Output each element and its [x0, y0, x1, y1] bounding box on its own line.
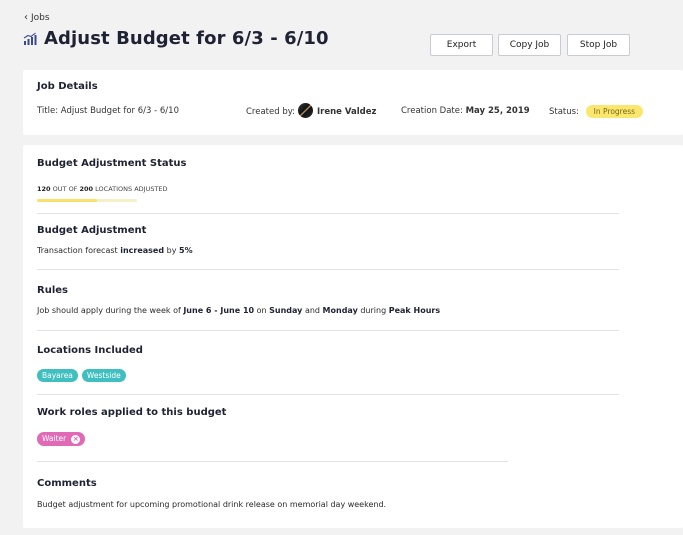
rules-intro: Job should apply during the week of — [37, 306, 181, 315]
stop-job-button[interactable]: Stop Job — [567, 34, 630, 56]
work-roles-tag-list: Waiter × — [37, 432, 89, 446]
divider — [37, 330, 619, 331]
copy-job-button[interactable]: Copy Job — [498, 34, 561, 56]
created-by-label: Created by: — [246, 107, 296, 117]
comments-text: Budget adjustment for upcoming promotion… — [37, 500, 387, 509]
total-count: 200 — [79, 185, 94, 193]
rules-hours: Peak Hours — [388, 306, 441, 315]
adjusted-suffix: LOCATIONS ADJUSTED — [95, 185, 168, 193]
job-details-heading: Job Details — [37, 81, 98, 92]
export-button[interactable]: Export — [430, 34, 493, 56]
job-title-field: Title: Adjust Budget for 6/3 - 6/10 — [37, 106, 179, 116]
job-details-card: Job Details Title: Adjust Budget for 6/3… — [23, 70, 683, 135]
adjustment-prefix: Transaction forecast — [37, 246, 118, 255]
page-title: Adjust Budget for 6/3 - 6/10 — [44, 28, 329, 49]
close-icon[interactable]: × — [71, 435, 81, 444]
divider — [37, 394, 619, 395]
chart-icon — [23, 32, 37, 45]
work-roles-heading: Work roles applied to this budget — [37, 407, 227, 418]
rules-and: and — [304, 306, 320, 315]
rules-during: during — [360, 306, 387, 315]
budget-status-heading: Budget Adjustment Status — [37, 158, 187, 169]
location-tag[interactable]: Bayarea — [37, 369, 78, 382]
rules-day-1: Sunday — [269, 306, 303, 315]
chevron-left-icon: ‹ — [24, 12, 28, 23]
adjusted-count: 120 — [37, 185, 51, 193]
comments-heading: Comments — [37, 478, 97, 489]
rules-day-2: Monday — [322, 306, 358, 315]
creation-date-field: Creation Date: May 25, 2019 — [401, 106, 530, 116]
locations-heading: Locations Included — [37, 345, 143, 356]
back-link-label: Jobs — [31, 13, 50, 23]
created-by-value: Irene Valdez — [317, 107, 377, 117]
status-label: Status: — [549, 107, 579, 117]
created-by-field: Created by: Irene Valdez — [246, 103, 377, 119]
avatar — [298, 103, 314, 118]
back-link[interactable]: ‹ Jobs — [24, 12, 50, 24]
status-field: Status: In Progress — [549, 105, 644, 118]
rules-text: Job should apply during the week of June… — [37, 306, 440, 315]
rules-on: on — [256, 306, 267, 315]
divider — [37, 269, 619, 270]
location-tag[interactable]: Westside — [81, 369, 126, 382]
adjustment-by: by — [166, 246, 177, 255]
budget-progress-bar — [37, 199, 137, 202]
rules-heading: Rules — [37, 285, 68, 296]
locations-adjusted-count: 120 OUT OF 200 LOCATIONS ADJUSTED — [37, 185, 168, 193]
status-badge: In Progress — [585, 105, 644, 118]
job-title-value: Adjust Budget for 6/3 - 6/10 — [60, 106, 179, 116]
job-details-row: Title: Adjust Budget for 6/3 - 6/10 Crea… — [37, 103, 683, 120]
job-title-label: Title: — [37, 106, 59, 116]
out-of-label: OUT OF — [52, 185, 78, 193]
locations-tag-list: Bayarea Westside — [37, 369, 130, 382]
budget-adjustment-text: Transaction forecast increased by 5% — [37, 246, 193, 255]
divider — [37, 213, 619, 214]
work-role-tag[interactable]: Waiter × — [37, 432, 86, 446]
rules-week: June 6 - June 10 — [183, 306, 255, 315]
adjustment-direction: increased — [120, 246, 165, 255]
work-role-label: Waiter — [42, 434, 67, 443]
budget-adjustment-heading: Budget Adjustment — [37, 225, 147, 236]
creation-date-label: Creation Date: — [401, 106, 463, 116]
creation-date-value: May 25, 2019 — [465, 106, 530, 116]
page-header: Adjust Budget for 6/3 - 6/10 — [23, 28, 329, 49]
adjustment-amount: 5% — [179, 246, 193, 255]
divider — [37, 461, 508, 462]
budget-progress-fill — [37, 199, 97, 202]
job-body-card: Budget Adjustment Status 120 OUT OF 200 … — [23, 145, 683, 528]
